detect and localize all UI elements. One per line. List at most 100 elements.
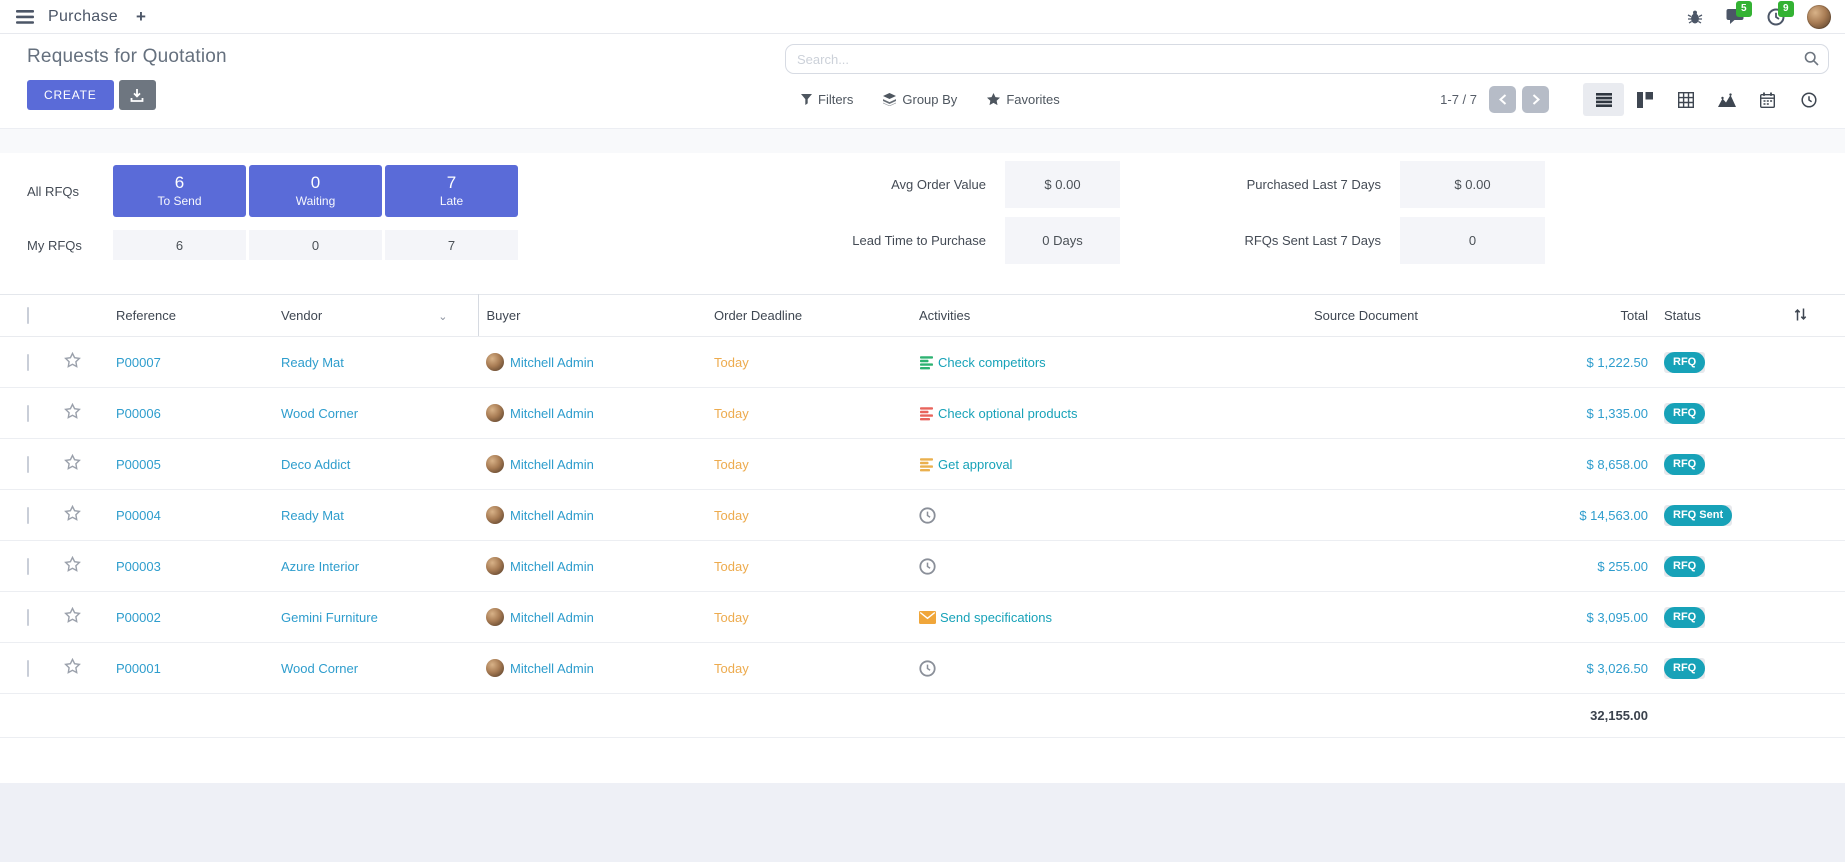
table-row[interactable]: P00004 Ready Mat Mitchell Admin Today $ … [0, 490, 1845, 541]
kpi-late-button[interactable]: 7 Late [385, 165, 518, 217]
favorite-star-icon[interactable] [64, 607, 81, 624]
graph-view-button[interactable] [1706, 83, 1747, 116]
pager-range: 1-7 / 7 [1440, 92, 1477, 107]
reference-link[interactable]: P00007 [116, 355, 161, 370]
status-badge: RFQ Sent [1664, 505, 1732, 526]
buyer-avatar [486, 557, 504, 575]
table-row[interactable]: P00003 Azure Interior Mitchell Admin Tod… [0, 541, 1845, 592]
activity-cell[interactable] [919, 660, 1233, 677]
rfq-table: Reference Vendor⌄ Buyer Order Deadline A… [0, 294, 1845, 738]
kpi-to-send-button[interactable]: 6 To Send [113, 165, 246, 217]
reference-link[interactable]: P00004 [116, 508, 161, 523]
activity-cell[interactable]: Check optional products [919, 406, 1233, 421]
table-row[interactable]: P00005 Deco Addict Mitchell Admin Today … [0, 439, 1845, 490]
apps-menu-icon[interactable] [16, 10, 34, 24]
buyer-cell[interactable]: Mitchell Admin [486, 455, 698, 473]
header-source-document[interactable]: Source Document [1241, 295, 1491, 337]
header-buyer[interactable]: Buyer [478, 295, 706, 337]
activities-button[interactable]: 9 [1767, 8, 1785, 26]
vendor-link[interactable]: Ready Mat [281, 355, 344, 370]
search-input[interactable] [785, 44, 1829, 74]
buyer-avatar [486, 455, 504, 473]
vendor-link[interactable]: Azure Interior [281, 559, 359, 574]
debug-bug-icon[interactable] [1687, 9, 1703, 25]
vendor-link[interactable]: Deco Addict [281, 457, 350, 472]
buyer-avatar [486, 659, 504, 677]
favorite-star-icon[interactable] [64, 505, 81, 522]
select-all-checkbox[interactable] [27, 307, 29, 324]
rfqs-sent-last-7-days: 0 [1400, 217, 1545, 264]
buyer-cell[interactable]: Mitchell Admin [486, 404, 698, 422]
table-header-row: Reference Vendor⌄ Buyer Order Deadline A… [0, 295, 1845, 337]
buyer-cell[interactable]: Mitchell Admin [486, 659, 698, 677]
header-order-deadline[interactable]: Order Deadline [706, 295, 911, 337]
pager-previous-button[interactable] [1489, 86, 1516, 113]
activity-view-button[interactable] [1788, 83, 1829, 116]
list-view-button[interactable] [1583, 83, 1624, 116]
activity-cell[interactable] [919, 558, 1233, 575]
favorite-star-icon[interactable] [64, 403, 81, 420]
vendor-link[interactable]: Wood Corner [281, 406, 358, 421]
star-icon [987, 93, 1000, 106]
kanban-view-button[interactable] [1624, 83, 1665, 116]
favorite-star-icon[interactable] [64, 556, 81, 573]
favorite-star-icon[interactable] [64, 352, 81, 369]
reference-link[interactable]: P00002 [116, 610, 161, 625]
optional-columns-icon[interactable] [1793, 307, 1808, 322]
row-checkbox[interactable] [27, 405, 29, 422]
create-button[interactable]: CREATE [27, 80, 114, 110]
kpi-my-to-send[interactable]: 6 [113, 230, 246, 260]
kpi-my-waiting[interactable]: 0 [249, 230, 382, 260]
messages-button[interactable]: 5 [1725, 8, 1745, 25]
header-total[interactable]: Total [1491, 295, 1656, 337]
row-checkbox[interactable] [27, 558, 29, 575]
row-checkbox[interactable] [27, 456, 29, 473]
row-checkbox[interactable] [27, 507, 29, 524]
group-by-button[interactable]: Group By [883, 92, 957, 107]
activity-cell[interactable]: Send specifications [919, 610, 1233, 625]
buyer-cell[interactable]: Mitchell Admin [486, 353, 698, 371]
table-sum-row: 32,155.00 [0, 694, 1845, 738]
buyer-cell[interactable]: Mitchell Admin [486, 506, 698, 524]
sort-caret-icon: ⌄ [438, 310, 447, 323]
vendor-link[interactable]: Ready Mat [281, 508, 344, 523]
new-tab-button[interactable]: + [132, 7, 150, 27]
reference-link[interactable]: P00006 [116, 406, 161, 421]
table-row[interactable]: P00006 Wood Corner Mitchell Admin Today … [0, 388, 1845, 439]
row-checkbox[interactable] [27, 660, 29, 677]
activity-cell[interactable]: Get approval [919, 457, 1233, 472]
export-button[interactable] [119, 80, 156, 110]
favorites-button[interactable]: Favorites [987, 92, 1059, 107]
table-row[interactable]: P00007 Ready Mat Mitchell Admin Today Ch… [0, 337, 1845, 388]
calendar-view-button[interactable] [1747, 83, 1788, 116]
kpi-waiting-button[interactable]: 0 Waiting [249, 165, 382, 217]
table-row[interactable]: P00002 Gemini Furniture Mitchell Admin T… [0, 592, 1845, 643]
app-title[interactable]: Purchase [48, 8, 118, 26]
favorite-star-icon[interactable] [64, 454, 81, 471]
header-activities[interactable]: Activities [911, 295, 1241, 337]
search-icon[interactable] [1804, 51, 1819, 66]
reference-link[interactable]: P00003 [116, 559, 161, 574]
vendor-link[interactable]: Wood Corner [281, 661, 358, 676]
row-checkbox[interactable] [27, 354, 29, 371]
pivot-view-button[interactable] [1665, 83, 1706, 116]
reference-link[interactable]: P00005 [116, 457, 161, 472]
reference-link[interactable]: P00001 [116, 661, 161, 676]
buyer-cell[interactable]: Mitchell Admin [486, 608, 698, 626]
activity-cell[interactable] [919, 507, 1233, 524]
filters-button[interactable]: Filters [801, 92, 853, 107]
header-reference[interactable]: Reference [108, 295, 273, 337]
source-document-cell [1241, 439, 1491, 490]
kpi-my-late[interactable]: 7 [385, 230, 518, 260]
table-row[interactable]: P00001 Wood Corner Mitchell Admin Today … [0, 643, 1845, 694]
vendor-link[interactable]: Gemini Furniture [281, 610, 378, 625]
favorite-star-icon[interactable] [64, 658, 81, 675]
header-vendor[interactable]: Vendor⌄ [273, 295, 478, 337]
activity-cell[interactable]: Check competitors [919, 355, 1233, 370]
row-checkbox[interactable] [27, 609, 29, 626]
header-status[interactable]: Status [1656, 295, 1785, 337]
pager-next-button[interactable] [1522, 86, 1549, 113]
user-avatar[interactable] [1807, 5, 1831, 29]
source-document-cell [1241, 541, 1491, 592]
buyer-cell[interactable]: Mitchell Admin [486, 557, 698, 575]
